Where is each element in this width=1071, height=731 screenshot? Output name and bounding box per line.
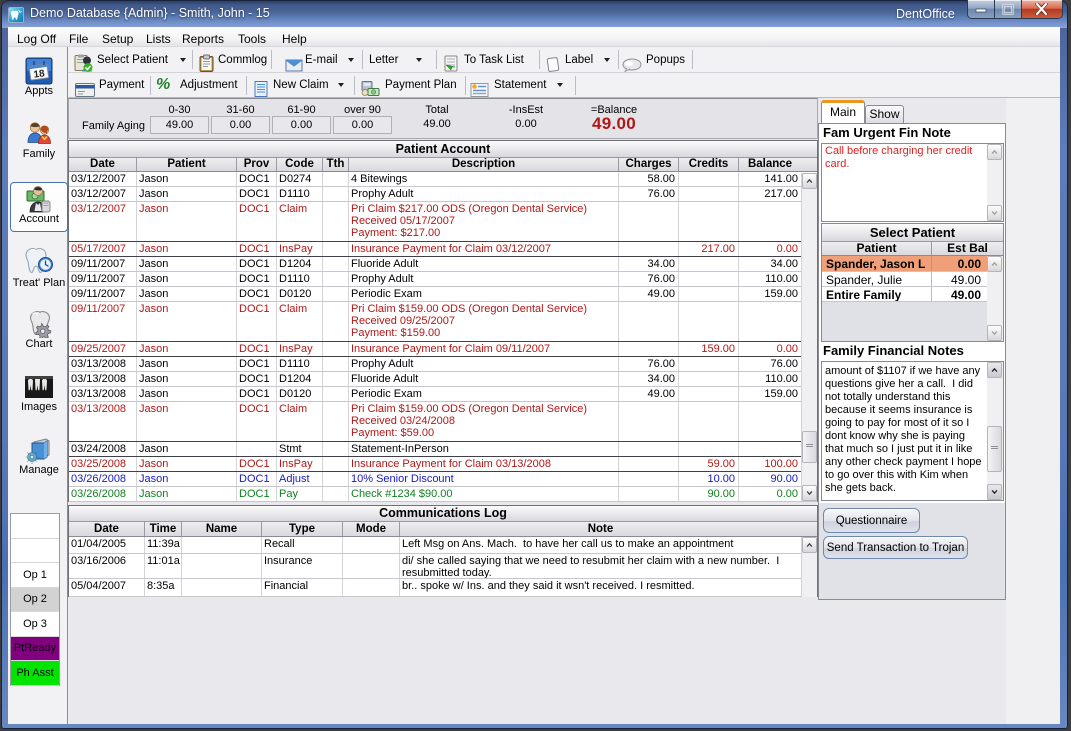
svg-text:18: 18 xyxy=(33,68,46,81)
